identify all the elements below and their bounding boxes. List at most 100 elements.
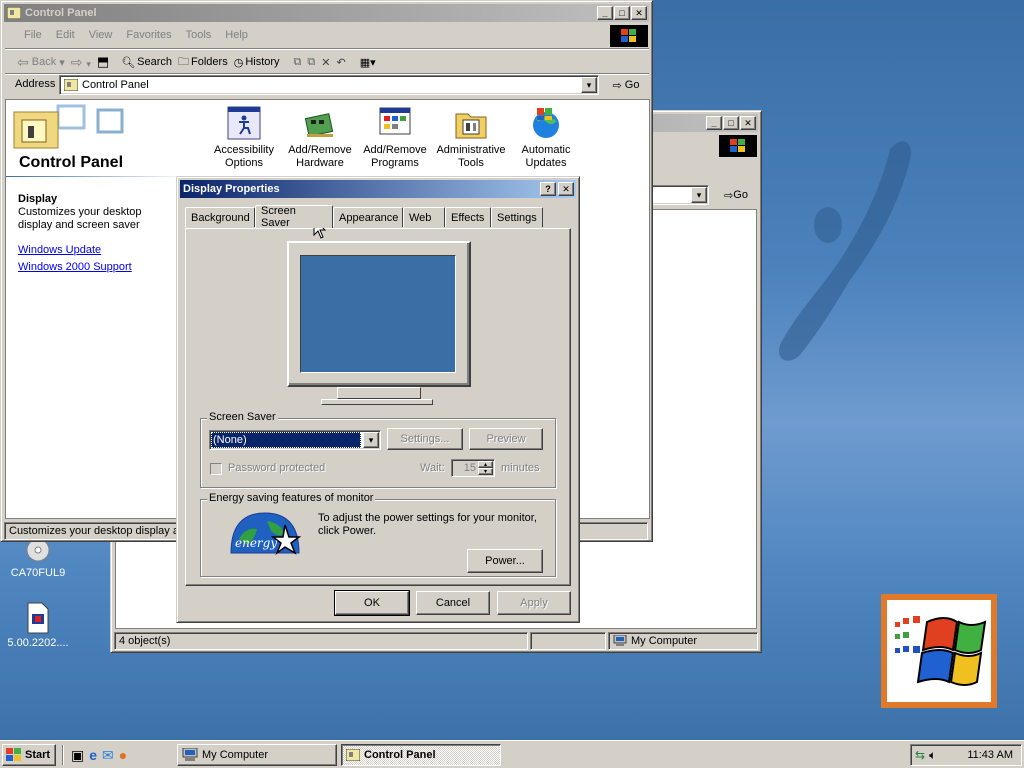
apply-button[interactable]: Apply bbox=[497, 591, 571, 615]
go-arrow-icon: ⇨ bbox=[724, 189, 734, 202]
tab-background[interactable]: Background bbox=[185, 207, 255, 227]
forward-button[interactable]: ⇨ ▾ bbox=[71, 54, 91, 71]
accessibility-icon bbox=[227, 106, 261, 140]
power-button[interactable]: Power... bbox=[467, 549, 543, 573]
volume-icon[interactable]: 🔈︎ bbox=[929, 748, 936, 763]
password-checkbox[interactable] bbox=[210, 463, 222, 475]
dropdown-arrow-icon[interactable]: ▾ bbox=[363, 432, 379, 448]
dialog-titlebar[interactable]: Display Properties ? ✕ bbox=[180, 180, 576, 198]
maximize-button[interactable]: □ bbox=[614, 6, 630, 20]
desktop-icon-file[interactable]: 5.00.2202.... bbox=[6, 602, 70, 649]
go-arrow-icon: ⇨ bbox=[612, 79, 622, 92]
go-button[interactable]: ⇨ Go bbox=[605, 75, 647, 95]
header-rule bbox=[6, 176, 190, 177]
menu-file[interactable]: File bbox=[17, 29, 49, 41]
menu-tools[interactable]: Tools bbox=[179, 29, 219, 41]
network-icon[interactable]: ⇆ bbox=[915, 748, 925, 762]
header-graphic bbox=[8, 102, 128, 150]
control-panel-titlebar[interactable]: Control Panel _ □ ✕ bbox=[4, 4, 649, 22]
ok-button[interactable]: OK bbox=[334, 590, 410, 616]
taskbar-my-computer[interactable]: My Computer bbox=[177, 744, 337, 766]
taskbar-control-panel[interactable]: Control Panel bbox=[341, 744, 501, 766]
add-remove-programs-item[interactable]: Add/Remove Programs bbox=[357, 106, 433, 170]
minimize-button[interactable]: _ bbox=[706, 116, 722, 130]
go-button[interactable]: ⇨ Go bbox=[715, 185, 757, 205]
wait-spinner[interactable]: 15 ▴ ▾ bbox=[451, 459, 495, 477]
tab-screen-saver[interactable]: Screen Saver bbox=[255, 205, 333, 229]
back-button[interactable]: ⇦ Back ▾ bbox=[17, 54, 65, 71]
menu-edit[interactable]: Edit bbox=[49, 29, 82, 41]
password-label: Password protected bbox=[228, 462, 326, 474]
firefox-icon[interactable]: ● bbox=[119, 747, 127, 763]
wallpaper-figure bbox=[779, 141, 911, 361]
computer-icon bbox=[182, 748, 198, 761]
move-to-icon[interactable]: ⧉ bbox=[294, 56, 302, 69]
menu-help[interactable]: Help bbox=[218, 29, 255, 41]
preview-button[interactable]: Preview bbox=[469, 428, 543, 450]
dropdown-arrow-icon[interactable]: ▾ bbox=[581, 77, 597, 93]
folders-button[interactable]: 🗀 Folders bbox=[178, 53, 228, 72]
outlook-express-icon[interactable]: ✉ bbox=[102, 747, 114, 764]
up-folder-icon[interactable]: ⬒ bbox=[97, 54, 109, 70]
computer-icon bbox=[613, 635, 627, 646]
control-panel-icon bbox=[346, 749, 360, 761]
views-icon[interactable]: ▦▾ bbox=[360, 56, 376, 69]
windows-flag-icon bbox=[6, 748, 21, 761]
copy-to-icon[interactable]: ⧉ bbox=[307, 56, 315, 69]
menu-bar: File Edit View Favorites Tools Help bbox=[17, 29, 255, 41]
system-tray: ⇆ 🔈︎ 11:43 AM bbox=[910, 744, 1022, 766]
cancel-button[interactable]: Cancel bbox=[416, 591, 490, 615]
screen-saver-select[interactable]: (None) ▾ bbox=[209, 430, 381, 450]
status-pane-count: 4 object(s) bbox=[114, 632, 528, 650]
close-button[interactable]: ✕ bbox=[558, 182, 574, 196]
display-properties-dialog[interactable]: Display Properties ? ✕ Background Screen… bbox=[176, 176, 580, 623]
address-label: Address bbox=[15, 78, 56, 90]
history-button[interactable]: ◷ History bbox=[234, 56, 280, 69]
menu-favorites[interactable]: Favorites bbox=[119, 29, 178, 41]
accessibility-options-item[interactable]: Accessibility Options bbox=[206, 106, 282, 170]
windows-flag-icon bbox=[895, 616, 987, 686]
monitor-screen bbox=[300, 255, 456, 373]
standard-toolbar: ⇦ Back ▾ ⇨ ▾ ⬒ 🔍︎ Search 🗀 Folders ◷ History… bbox=[17, 52, 376, 72]
spinner-arrows-icon[interactable]: ▴ ▾ bbox=[478, 461, 493, 475]
minimize-button[interactable]: _ bbox=[597, 6, 613, 20]
start-button[interactable]: Start bbox=[2, 744, 56, 766]
tab-web[interactable]: Web bbox=[403, 207, 445, 227]
close-button[interactable]: ✕ bbox=[740, 116, 756, 130]
close-button[interactable]: ✕ bbox=[631, 6, 647, 20]
internet-explorer-icon[interactable]: e bbox=[89, 747, 97, 763]
windows-throbber-icon bbox=[730, 139, 745, 152]
taskbar: Start ▣ e ✉ ● My Computer Control Panel … bbox=[0, 740, 1024, 768]
status-pane-zone: My Computer bbox=[608, 632, 758, 650]
search-button[interactable]: 🔍︎ Search bbox=[121, 56, 172, 69]
programs-icon bbox=[379, 107, 411, 135]
folders-icon: 🗀 bbox=[178, 55, 190, 68]
desktop-icon-cd[interactable]: CA70FUL9 bbox=[6, 538, 70, 579]
energy-logo-text: energy bbox=[235, 536, 277, 550]
add-remove-hardware-item[interactable]: Add/Remove Hardware bbox=[282, 106, 358, 170]
windows-2000-support-link[interactable]: Windows 2000 Support bbox=[18, 261, 132, 273]
clock[interactable]: 11:43 AM bbox=[967, 749, 1013, 761]
document-icon bbox=[27, 602, 49, 634]
tab-strip: Background Screen Saver Appearance Web E… bbox=[185, 205, 565, 229]
dropdown-arrow-icon[interactable]: ▾ bbox=[691, 187, 707, 203]
windows-update-link[interactable]: Windows Update bbox=[18, 244, 101, 256]
quick-launch: ▣ e ✉ ● bbox=[62, 745, 127, 765]
address-field[interactable]: Control Panel ▾ bbox=[59, 75, 599, 95]
maximize-button[interactable]: □ bbox=[723, 116, 739, 130]
automatic-updates-item[interactable]: Automatic Updates bbox=[508, 106, 584, 170]
administrative-tools-item[interactable]: Administrative Tools bbox=[433, 106, 509, 170]
help-button[interactable]: ? bbox=[540, 182, 556, 196]
windows-throbber-icon bbox=[621, 29, 636, 42]
undo-icon[interactable]: ↶ bbox=[336, 56, 345, 69]
tab-effects[interactable]: Effects bbox=[445, 207, 491, 227]
monitor-preview bbox=[287, 241, 471, 411]
windows-logo-badge bbox=[881, 594, 997, 708]
tab-appearance[interactable]: Appearance bbox=[333, 207, 403, 227]
settings-button[interactable]: Settings... bbox=[387, 428, 463, 450]
delete-icon[interactable]: ✕ bbox=[321, 56, 330, 69]
tab-settings[interactable]: Settings bbox=[491, 207, 543, 227]
control-panel-header-icon bbox=[13, 104, 124, 149]
show-desktop-icon[interactable]: ▣ bbox=[71, 747, 84, 764]
menu-view[interactable]: View bbox=[82, 29, 120, 41]
